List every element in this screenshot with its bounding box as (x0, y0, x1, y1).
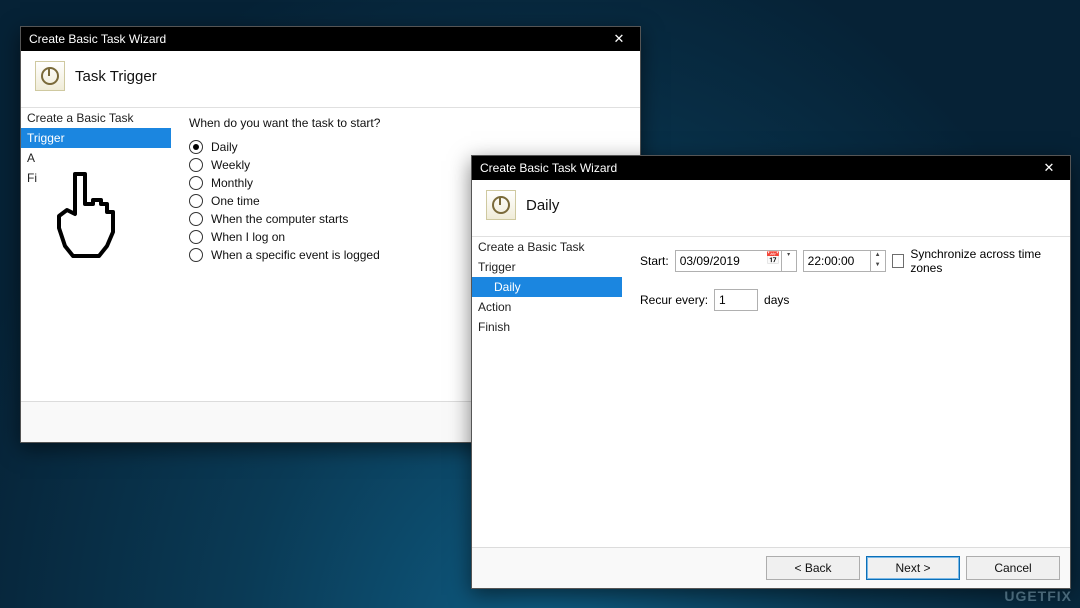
recur-row: Recur every: 1 days (640, 289, 1058, 311)
window-title: Create Basic Task Wizard (29, 32, 604, 46)
start-time-field[interactable]: 22:00:00 ▲▼ (803, 250, 886, 272)
radio-icon[interactable] (189, 194, 203, 208)
radio-icon[interactable] (189, 140, 203, 154)
sync-label: Synchronize across time zones (910, 247, 1058, 275)
radio-label: Daily (211, 140, 238, 154)
date-input[interactable]: 03/09/2019 (676, 251, 766, 271)
start-date-field[interactable]: 03/09/2019 📅 ▾ (675, 250, 797, 272)
radio-icon[interactable] (189, 158, 203, 172)
sidebar-item-action[interactable]: A (21, 148, 171, 168)
wizard-content: Start: 03/09/2019 📅 ▾ 22:00:00 ▲▼ Synchr… (622, 237, 1070, 547)
sidebar-item-action[interactable]: Action (472, 297, 622, 317)
start-row: Start: 03/09/2019 📅 ▾ 22:00:00 ▲▼ Synchr… (640, 247, 1058, 275)
sidebar-item-create[interactable]: Create a Basic Task (21, 108, 171, 128)
wizard-body: Create a Basic Task Trigger Daily Action… (472, 236, 1070, 547)
back-button[interactable]: < Back (766, 556, 860, 580)
clock-icon (486, 190, 516, 220)
page-title: Daily (526, 197, 559, 214)
time-spinner[interactable]: ▲▼ (870, 251, 885, 271)
sync-checkbox[interactable] (892, 254, 905, 268)
radio-label: When a specific event is logged (211, 248, 380, 262)
recur-unit: days (764, 293, 789, 307)
sidebar-item-finish[interactable]: Finish (472, 317, 622, 337)
date-dropdown[interactable]: ▾ (781, 251, 796, 271)
window-title: Create Basic Task Wizard (480, 161, 1034, 175)
close-icon[interactable]: ✕ (1034, 156, 1064, 180)
wizard-header: Task Trigger (21, 51, 640, 107)
clock-icon (35, 61, 65, 91)
page-title: Task Trigger (75, 68, 157, 85)
calendar-icon[interactable]: 📅 (766, 251, 781, 271)
wizard-sidebar: Create a Basic Task Trigger A Fi (21, 108, 171, 401)
radio-icon[interactable] (189, 176, 203, 190)
cancel-button[interactable]: Cancel (966, 556, 1060, 580)
button-bar: < Back Next > Cancel (472, 547, 1070, 588)
desktop-background: Create Basic Task Wizard ✕ Task Trigger … (0, 0, 1080, 608)
radio-label: Weekly (211, 158, 250, 172)
start-label: Start: (640, 254, 669, 268)
radio-label: Monthly (211, 176, 253, 190)
radio-icon[interactable] (189, 230, 203, 244)
watermark: UGETFIX (1004, 588, 1072, 604)
next-button[interactable]: Next > (866, 556, 960, 580)
sidebar-item-trigger[interactable]: Trigger (472, 257, 622, 277)
radio-label: One time (211, 194, 260, 208)
close-icon[interactable]: ✕ (604, 27, 634, 51)
radio-icon[interactable] (189, 248, 203, 262)
sidebar-item-trigger[interactable]: Trigger (21, 128, 171, 148)
time-input[interactable]: 22:00:00 (804, 251, 870, 271)
titlebar[interactable]: Create Basic Task Wizard ✕ (21, 27, 640, 51)
radio-label: When the computer starts (211, 212, 348, 226)
wizard-sidebar: Create a Basic Task Trigger Daily Action… (472, 237, 622, 547)
radio-daily[interactable]: Daily (189, 140, 628, 154)
sidebar-item-create[interactable]: Create a Basic Task (472, 237, 622, 257)
radio-label: When I log on (211, 230, 285, 244)
radio-icon[interactable] (189, 212, 203, 226)
wizard-header: Daily (472, 180, 1070, 236)
prompt-text: When do you want the task to start? (189, 116, 628, 130)
recur-input[interactable]: 1 (714, 289, 758, 311)
wizard-window-daily: Create Basic Task Wizard ✕ Daily Create … (471, 155, 1071, 589)
sidebar-item-finish[interactable]: Fi (21, 168, 171, 188)
recur-label: Recur every: (640, 293, 708, 307)
sidebar-item-daily[interactable]: Daily (472, 277, 622, 297)
titlebar[interactable]: Create Basic Task Wizard ✕ (472, 156, 1070, 180)
